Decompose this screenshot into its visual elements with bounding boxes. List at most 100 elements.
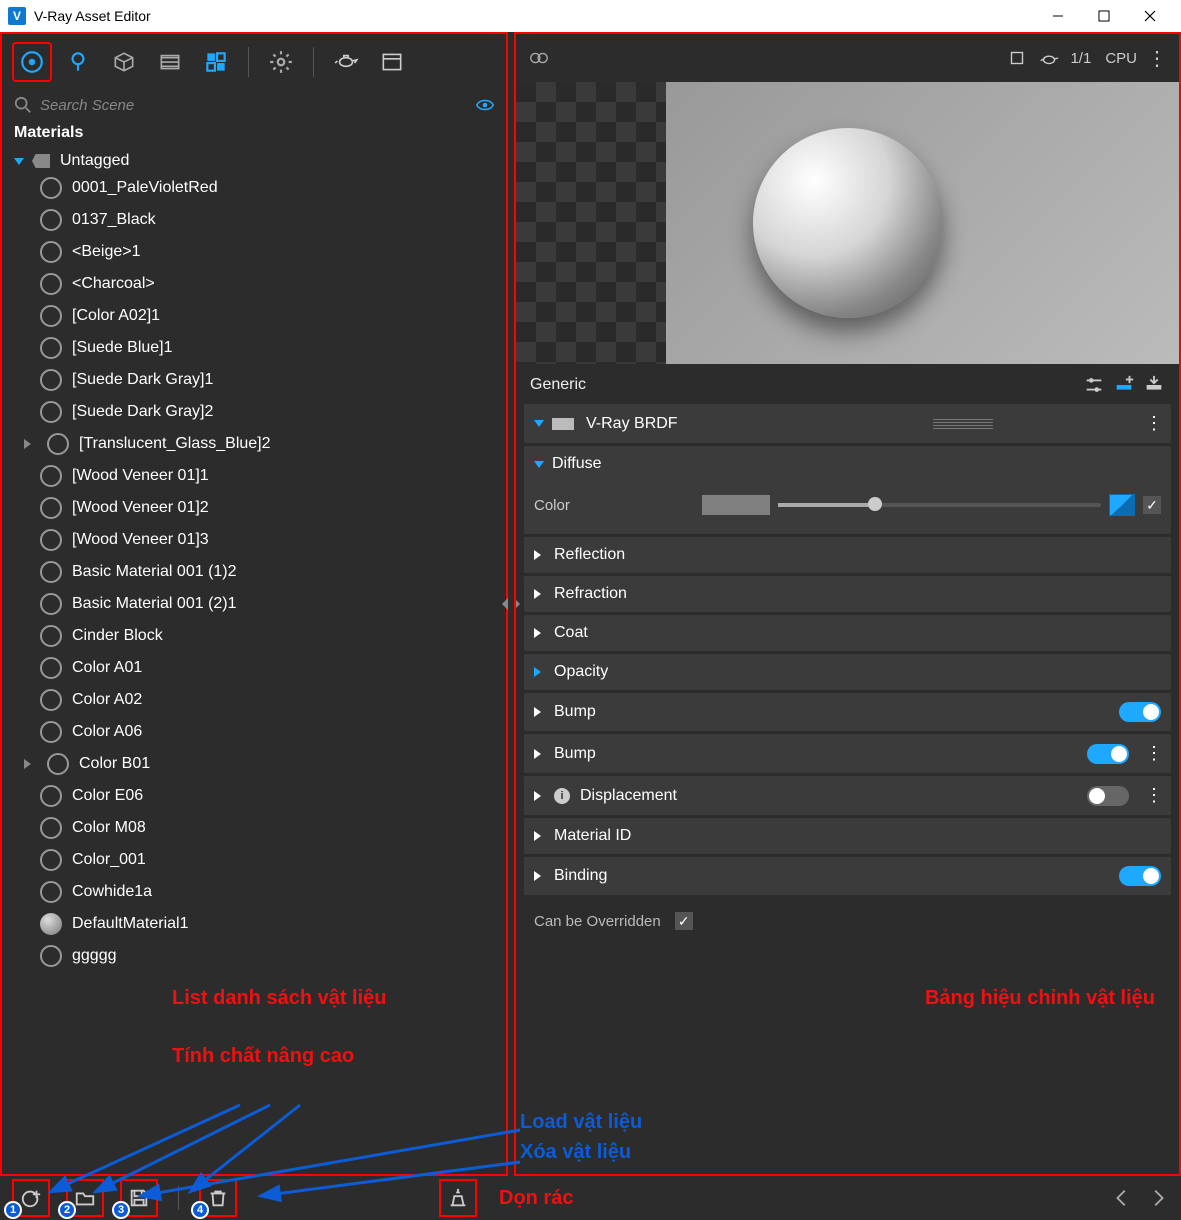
material-type-label: Generic xyxy=(530,376,586,394)
group-bump2-header[interactable]: Bump⋮ xyxy=(524,734,1171,773)
material-item[interactable]: ggggg xyxy=(8,940,500,972)
brdf-label: V-Ray BRDF xyxy=(586,415,925,433)
purge-button[interactable] xyxy=(439,1179,477,1217)
sliders-icon[interactable] xyxy=(1083,374,1105,396)
preview-sphere-icon xyxy=(753,128,943,318)
caret-right-icon xyxy=(534,749,546,759)
material-item[interactable]: Color M08 xyxy=(8,812,500,844)
group-refraction-header[interactable]: Refraction xyxy=(524,576,1171,612)
material-item[interactable]: Cinder Block xyxy=(8,620,500,652)
material-name: Basic Material 001 (2)1 xyxy=(72,595,237,613)
material-item[interactable]: <Beige>1 xyxy=(8,236,500,268)
group-reflection-header[interactable]: Reflection xyxy=(524,537,1171,573)
material-item[interactable]: 0001_PaleVioletRed xyxy=(8,172,500,204)
toggle-on[interactable] xyxy=(1119,702,1161,722)
toggle-off[interactable] xyxy=(1087,786,1129,806)
renderer-label[interactable]: CPU xyxy=(1105,50,1137,67)
preview-menu-icon[interactable]: ⋮ xyxy=(1147,46,1167,71)
override-checkbox[interactable]: ✓ xyxy=(675,912,693,930)
material-item[interactable]: [Wood Veneer 01]2 xyxy=(8,492,500,524)
swatches-tab-icon[interactable] xyxy=(196,42,236,82)
toggle-on[interactable] xyxy=(1119,866,1161,886)
material-item[interactable]: [Suede Dark Gray]1 xyxy=(8,364,500,396)
color-swatch[interactable] xyxy=(702,495,770,515)
material-item[interactable]: Color B01 xyxy=(8,748,500,780)
material-item[interactable]: Cowhide1a xyxy=(8,876,500,908)
group-bump1-header[interactable]: Bump xyxy=(524,693,1171,731)
material-item[interactable]: [Wood Veneer 01]1 xyxy=(8,460,500,492)
save-preset-icon[interactable] xyxy=(1143,374,1165,396)
material-item[interactable]: Color A02 xyxy=(8,684,500,716)
brdf-menu-icon[interactable]: ⋮ xyxy=(1145,413,1161,434)
texture-enable-checkbox[interactable]: ✓ xyxy=(1143,496,1161,514)
separator xyxy=(313,47,314,77)
geometry-tab-icon[interactable] xyxy=(104,42,144,82)
override-label: Can be Overridden xyxy=(534,913,661,930)
material-preview-icon xyxy=(40,817,62,839)
close-button[interactable] xyxy=(1127,0,1173,32)
override-row: Can be Overridden ✓ xyxy=(524,898,1171,936)
material-item[interactable]: [Wood Veneer 01]3 xyxy=(8,524,500,556)
materials-tab-icon[interactable] xyxy=(12,42,52,82)
settings-icon[interactable] xyxy=(261,42,301,82)
material-item[interactable]: [Color A02]1 xyxy=(8,300,500,332)
caret-right-icon xyxy=(24,759,31,769)
nav-back-icon[interactable] xyxy=(1111,1187,1133,1209)
group-menu-icon[interactable]: ⋮ xyxy=(1145,743,1161,764)
teapot-preview-icon[interactable] xyxy=(1038,47,1060,69)
material-name: <Charcoal> xyxy=(72,275,155,293)
minimize-button[interactable] xyxy=(1035,0,1081,32)
delete-material-button[interactable]: 4 xyxy=(199,1179,237,1217)
material-item[interactable]: <Charcoal> xyxy=(8,268,500,300)
material-item[interactable]: Color_001 xyxy=(8,844,500,876)
color-slider[interactable] xyxy=(778,503,1101,507)
material-preview-icon xyxy=(40,881,62,903)
material-item[interactable]: 0137_Black xyxy=(8,204,500,236)
group-diffuse-header[interactable]: Diffuse xyxy=(524,446,1171,482)
material-item[interactable]: Color E06 xyxy=(8,780,500,812)
material-item[interactable]: Color A01 xyxy=(8,652,500,684)
frame-buffer-icon[interactable] xyxy=(372,42,412,82)
material-preview-icon xyxy=(40,689,62,711)
group-binding-header[interactable]: Binding xyxy=(524,857,1171,895)
caret-right-icon xyxy=(534,628,546,638)
material-item[interactable]: [Translucent_Glass_Blue]2 xyxy=(8,428,500,460)
stop-icon[interactable] xyxy=(1006,47,1028,69)
material-name: DefaultMaterial1 xyxy=(72,915,189,933)
group-coat-header[interactable]: Coat xyxy=(524,615,1171,651)
group-displacement-header[interactable]: iDisplacement⋮ xyxy=(524,776,1171,815)
material-item[interactable]: [Suede Dark Gray]2 xyxy=(8,396,500,428)
teapot-icon[interactable] xyxy=(326,42,366,82)
material-item[interactable]: [Suede Blue]1 xyxy=(8,332,500,364)
search-input[interactable] xyxy=(40,97,468,114)
group-opacity-header[interactable]: Opacity xyxy=(524,654,1171,690)
visibility-icon[interactable] xyxy=(476,96,494,114)
toggle-on[interactable] xyxy=(1087,744,1129,764)
maximize-button[interactable] xyxy=(1081,0,1127,32)
textures-tab-icon[interactable] xyxy=(150,42,190,82)
add-material-button[interactable]: 1 xyxy=(12,1179,50,1217)
material-item[interactable]: Basic Material 001 (1)2 xyxy=(8,556,500,588)
group-menu-icon[interactable]: ⋮ xyxy=(1145,785,1161,806)
material-type-header: Generic xyxy=(524,370,1171,404)
lights-tab-icon[interactable] xyxy=(58,42,98,82)
group-material_id-header[interactable]: Material ID xyxy=(524,818,1171,854)
brdf-header[interactable]: V-Ray BRDF ⋮ xyxy=(524,404,1171,443)
material-item[interactable]: Basic Material 001 (2)1 xyxy=(8,588,500,620)
material-item[interactable]: Color A06 xyxy=(8,716,500,748)
open-material-button[interactable]: 2 xyxy=(66,1179,104,1217)
save-material-button[interactable]: 3 xyxy=(120,1179,158,1217)
nav-forward-icon[interactable] xyxy=(1147,1187,1169,1209)
material-category[interactable]: Untagged xyxy=(8,150,500,172)
add-layer-icon[interactable] xyxy=(1113,374,1135,396)
bottom-toolbar: 1 2 3 4 Dọn rác xyxy=(0,1176,1181,1220)
material-name: [Suede Blue]1 xyxy=(72,339,173,357)
material-name: Color E06 xyxy=(72,787,143,805)
material-preview-icon xyxy=(40,177,62,199)
category-label: Untagged xyxy=(60,152,129,170)
preview-settings-icon[interactable] xyxy=(528,47,550,69)
drag-handle-icon[interactable] xyxy=(933,419,993,429)
material-item[interactable]: DefaultMaterial1 xyxy=(8,908,500,940)
texture-slot-icon[interactable] xyxy=(1109,494,1135,516)
material-name: Color_001 xyxy=(72,851,146,869)
